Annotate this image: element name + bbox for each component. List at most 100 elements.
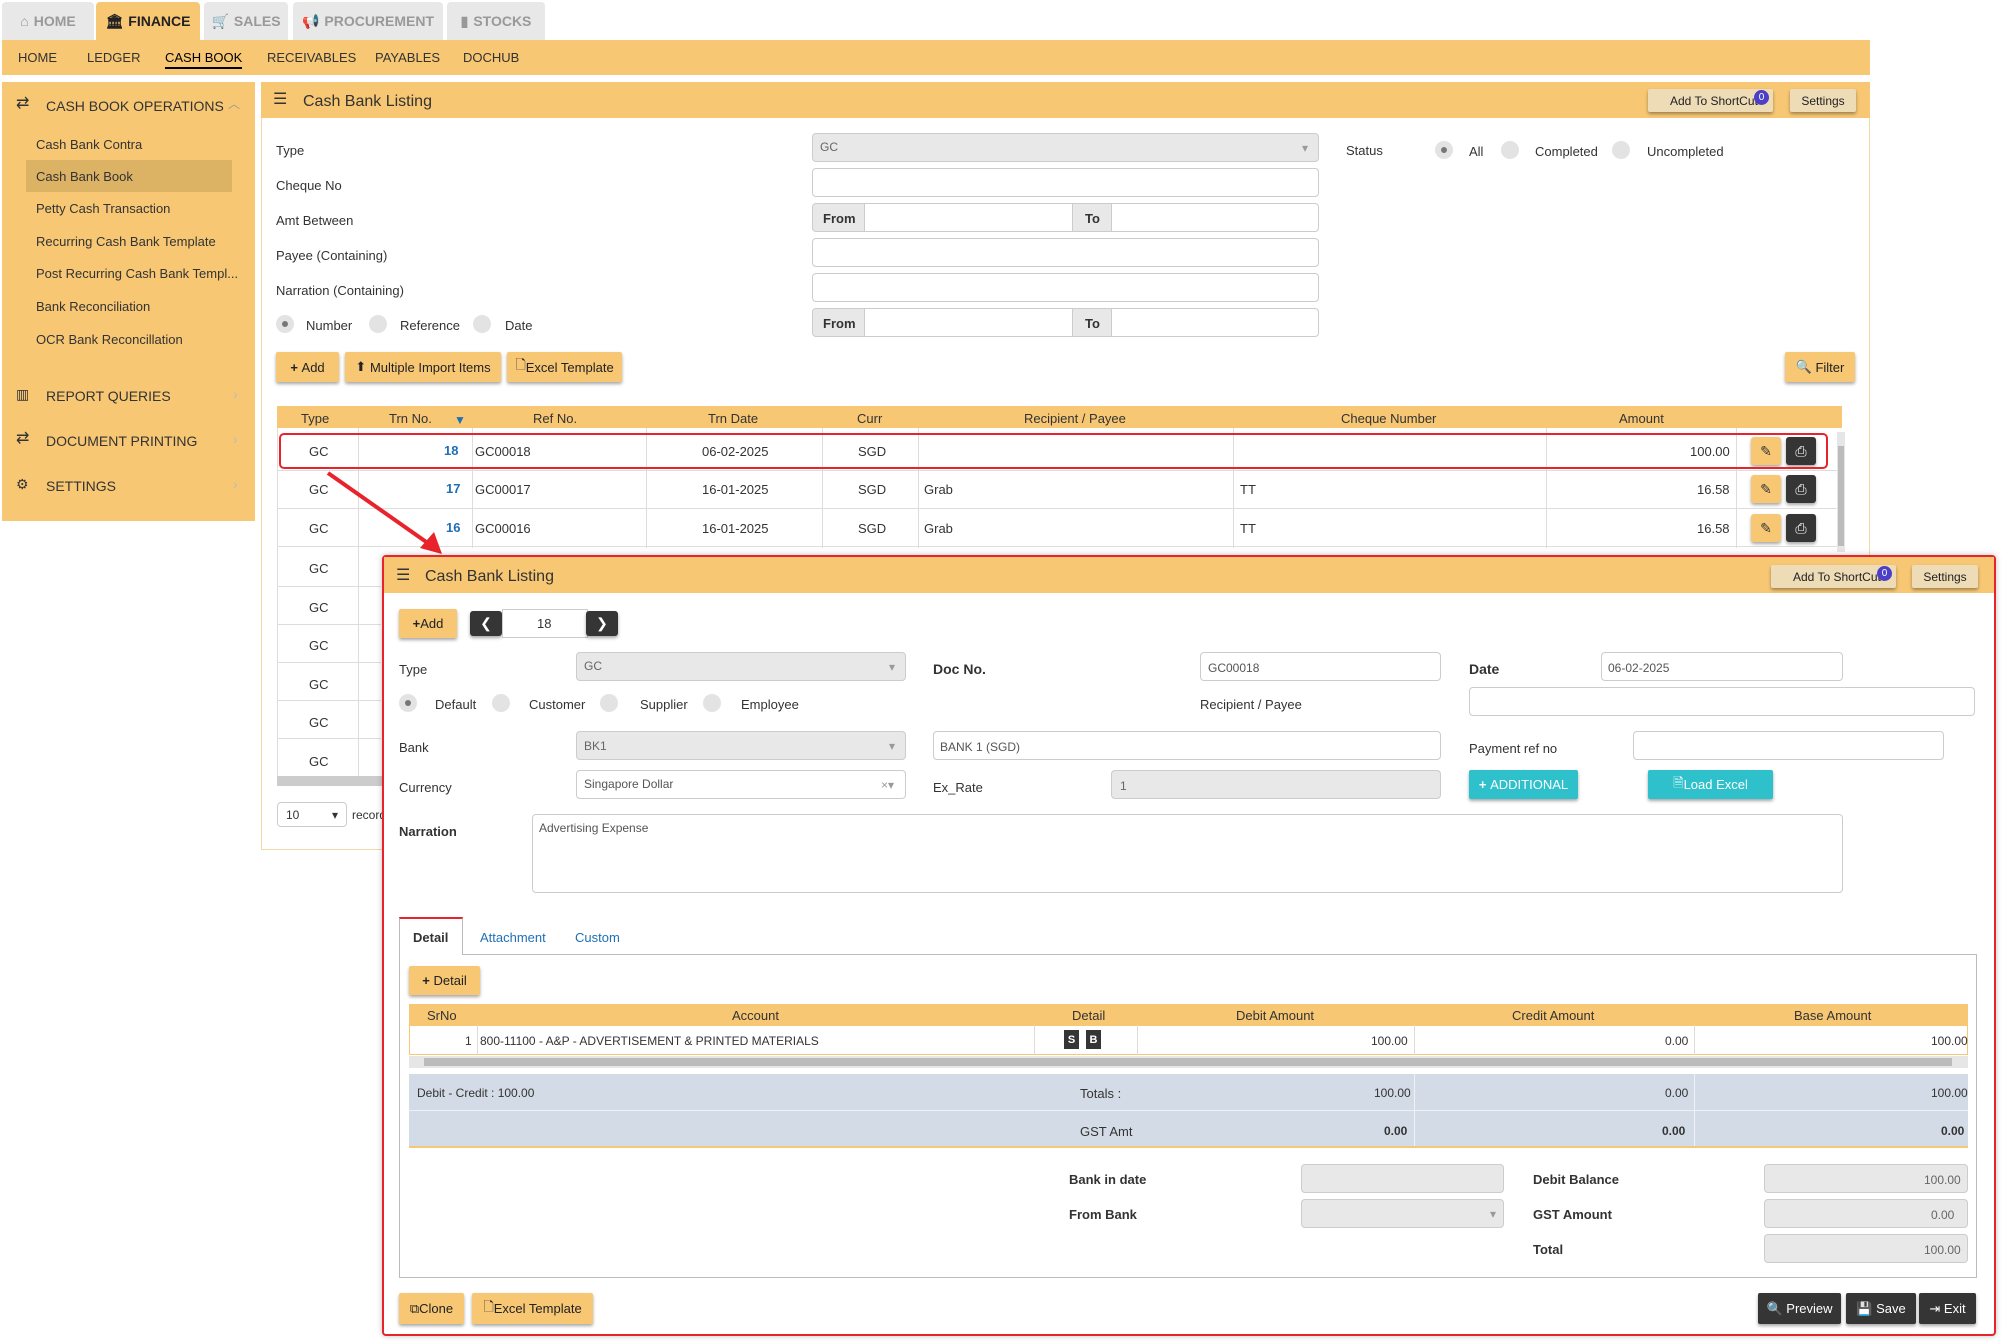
col-cheque[interactable]: Cheque Number <box>1341 412 1436 425</box>
col-type[interactable]: Type <box>301 412 329 425</box>
row2-amount: 16.58 <box>1697 482 1730 497</box>
sidebar-group-cashbook[interactable]: CASH BOOK OPERATIONS <box>46 98 224 114</box>
tab-home[interactable]: ⌂ HOME <box>2 2 94 40</box>
detail-b-button[interactable]: B <box>1086 1030 1101 1049</box>
chevron-right-icon: ❯ <box>596 615 608 631</box>
listing-vscroll-thumb[interactable] <box>1838 446 1844 546</box>
col-amount[interactable]: Amount <box>1619 412 1664 425</box>
range-to-input[interactable] <box>1111 308 1319 337</box>
recipient-input[interactable] <box>1469 687 1975 716</box>
cheque-input[interactable] <box>812 168 1319 197</box>
narration-textarea[interactable] <box>532 814 1843 893</box>
subnav-dochub[interactable]: DOCHUB <box>463 51 519 64</box>
next-record-button[interactable]: ❯ <box>586 611 618 636</box>
clear-icon[interactable]: ×▾ <box>881 779 894 791</box>
sidebar-item-petty[interactable]: Petty Cash Transaction <box>36 201 170 216</box>
row2-print-icon[interactable]: ⎙ <box>1786 475 1816 503</box>
detail-type-select[interactable] <box>576 652 906 681</box>
add-detail-button[interactable]: + Detail <box>409 966 480 995</box>
payee-employee-radio[interactable] <box>703 694 721 712</box>
amt-from-input[interactable] <box>864 203 1073 232</box>
detail-hscroll-thumb[interactable] <box>424 1058 1952 1066</box>
sort-date-radio[interactable] <box>473 315 491 333</box>
col-ref[interactable]: Ref No. <box>533 412 577 425</box>
hamburger-icon[interactable]: ☰ <box>396 568 410 584</box>
sidebar-item-ocr[interactable]: OCR Bank Reconcillation <box>36 332 183 347</box>
col-date[interactable]: Trn Date <box>708 412 758 425</box>
exit-button[interactable]: ⇥ Exit <box>1919 1293 1976 1324</box>
settings-button[interactable]: Settings <box>1790 89 1856 112</box>
tab-finance[interactable]: 🏛 FINANCE <box>96 2 200 40</box>
tab-stocks[interactable]: ▮ STOCKS <box>447 2 545 40</box>
sort-reference-radio[interactable] <box>369 315 387 333</box>
status-completed-radio[interactable] <box>1501 141 1519 159</box>
detail-type-value: GC <box>584 659 602 673</box>
bank-select[interactable] <box>576 731 906 760</box>
preview-button[interactable]: 🔍 Preview <box>1758 1293 1841 1324</box>
sidebar-item-bankrec[interactable]: Bank Reconciliation <box>36 299 150 314</box>
amt-to-input[interactable] <box>1111 203 1319 232</box>
detail-account[interactable]: 800-11100 - A&P - ADVERTISEMENT & PRINTE… <box>480 1035 819 1047</box>
add-button[interactable]: + Add <box>276 352 339 382</box>
sidebar-group-reports[interactable]: REPORT QUERIES <box>46 388 171 404</box>
excel-template-button[interactable]: 🗋 Excel Template <box>507 352 622 382</box>
sort-number-radio[interactable] <box>276 315 294 333</box>
narration-filter-input[interactable] <box>812 273 1319 302</box>
col-curr[interactable]: Curr <box>857 412 882 425</box>
detail-s-button[interactable]: S <box>1064 1030 1079 1049</box>
bank-name-value: BANK 1 (SGD) <box>940 740 1021 754</box>
tab-custom[interactable]: Custom <box>575 931 620 944</box>
payee-default-radio[interactable] <box>399 694 417 712</box>
exrate-input[interactable] <box>1111 770 1441 799</box>
tab-sales[interactable]: 🛒 SALES <box>204 2 288 40</box>
hamburger-icon[interactable]: ☰ <box>273 92 287 108</box>
row2-edit-icon[interactable]: ✎ <box>1751 475 1781 503</box>
bankin-input[interactable] <box>1301 1164 1504 1193</box>
settings-button[interactable]: Settings <box>1912 565 1978 588</box>
shortcut-count-badge: 0 <box>1877 566 1892 581</box>
excel-template-button[interactable]: 🗋 Excel Template <box>472 1293 593 1324</box>
status-uncompleted-radio[interactable] <box>1612 141 1630 159</box>
subnav-home[interactable]: HOME <box>18 51 57 64</box>
row4-type: GC <box>309 561 329 576</box>
col-payee[interactable]: Recipient / Payee <box>1024 412 1126 425</box>
subnav-receivables[interactable]: RECEIVABLES <box>267 51 356 64</box>
listing-hscroll[interactable] <box>277 776 387 786</box>
subnav-payables[interactable]: PAYABLES <box>375 51 440 64</box>
type-select[interactable] <box>812 133 1319 162</box>
sidebar-item-cashbankbook[interactable]: Cash Bank Book <box>36 169 133 184</box>
payee-input[interactable] <box>812 238 1319 267</box>
row3-print-icon[interactable]: ⎙ <box>1786 514 1816 542</box>
subnav-cashbook[interactable]: CASH BOOK <box>165 51 243 69</box>
home-icon: ⌂ <box>20 13 29 29</box>
add-button[interactable]: + Add <box>399 609 457 638</box>
col-trn[interactable]: Trn No. <box>389 412 432 425</box>
multiple-import-button[interactable]: ⬆ Multiple Import Items <box>345 352 501 382</box>
range-from-input[interactable] <box>864 308 1073 337</box>
tab-procurement[interactable]: 📢 PROCUREMENT <box>293 2 443 40</box>
sort-number-label: Number <box>306 318 353 333</box>
prev-record-button[interactable]: ❮ <box>470 611 502 636</box>
sidebar-item-post-recurring[interactable]: Post Recurring Cash Bank Templ... <box>36 266 238 281</box>
payee-customer-radio[interactable] <box>492 694 510 712</box>
payee-supplier-label: Supplier <box>640 697 688 712</box>
row3-edit-icon[interactable]: ✎ <box>1751 514 1781 542</box>
payref-input[interactable] <box>1633 731 1944 760</box>
search-icon: 🔍 <box>1766 1300 1783 1316</box>
sidebar-item-recurring[interactable]: Recurring Cash Bank Template <box>36 234 216 249</box>
sidebar-item-contra[interactable]: Cash Bank Contra <box>36 137 142 152</box>
filter-button[interactable]: 🔍 Filter <box>1785 352 1855 382</box>
sidebar-group-printing[interactable]: DOCUMENT PRINTING <box>46 433 197 449</box>
status-all-radio[interactable] <box>1435 141 1453 159</box>
subnav-ledger[interactable]: LEDGER <box>87 51 140 64</box>
load-excel-button[interactable]: 🗎 Load Excel <box>1648 770 1773 799</box>
row9-type: GC <box>309 754 329 769</box>
payee-supplier-radio[interactable] <box>600 694 618 712</box>
tab-attachment[interactable]: Attachment <box>480 931 546 944</box>
save-button[interactable]: 💾 Save <box>1846 1293 1916 1324</box>
chevron-down-icon: ▾ <box>1490 1207 1497 1221</box>
frombank-select[interactable] <box>1301 1199 1504 1228</box>
clone-button[interactable]: ⧉ Clone <box>399 1293 464 1324</box>
sidebar-group-settings[interactable]: SETTINGS <box>46 478 116 494</box>
additional-button[interactable]: + ADDITIONAL <box>1469 770 1578 799</box>
